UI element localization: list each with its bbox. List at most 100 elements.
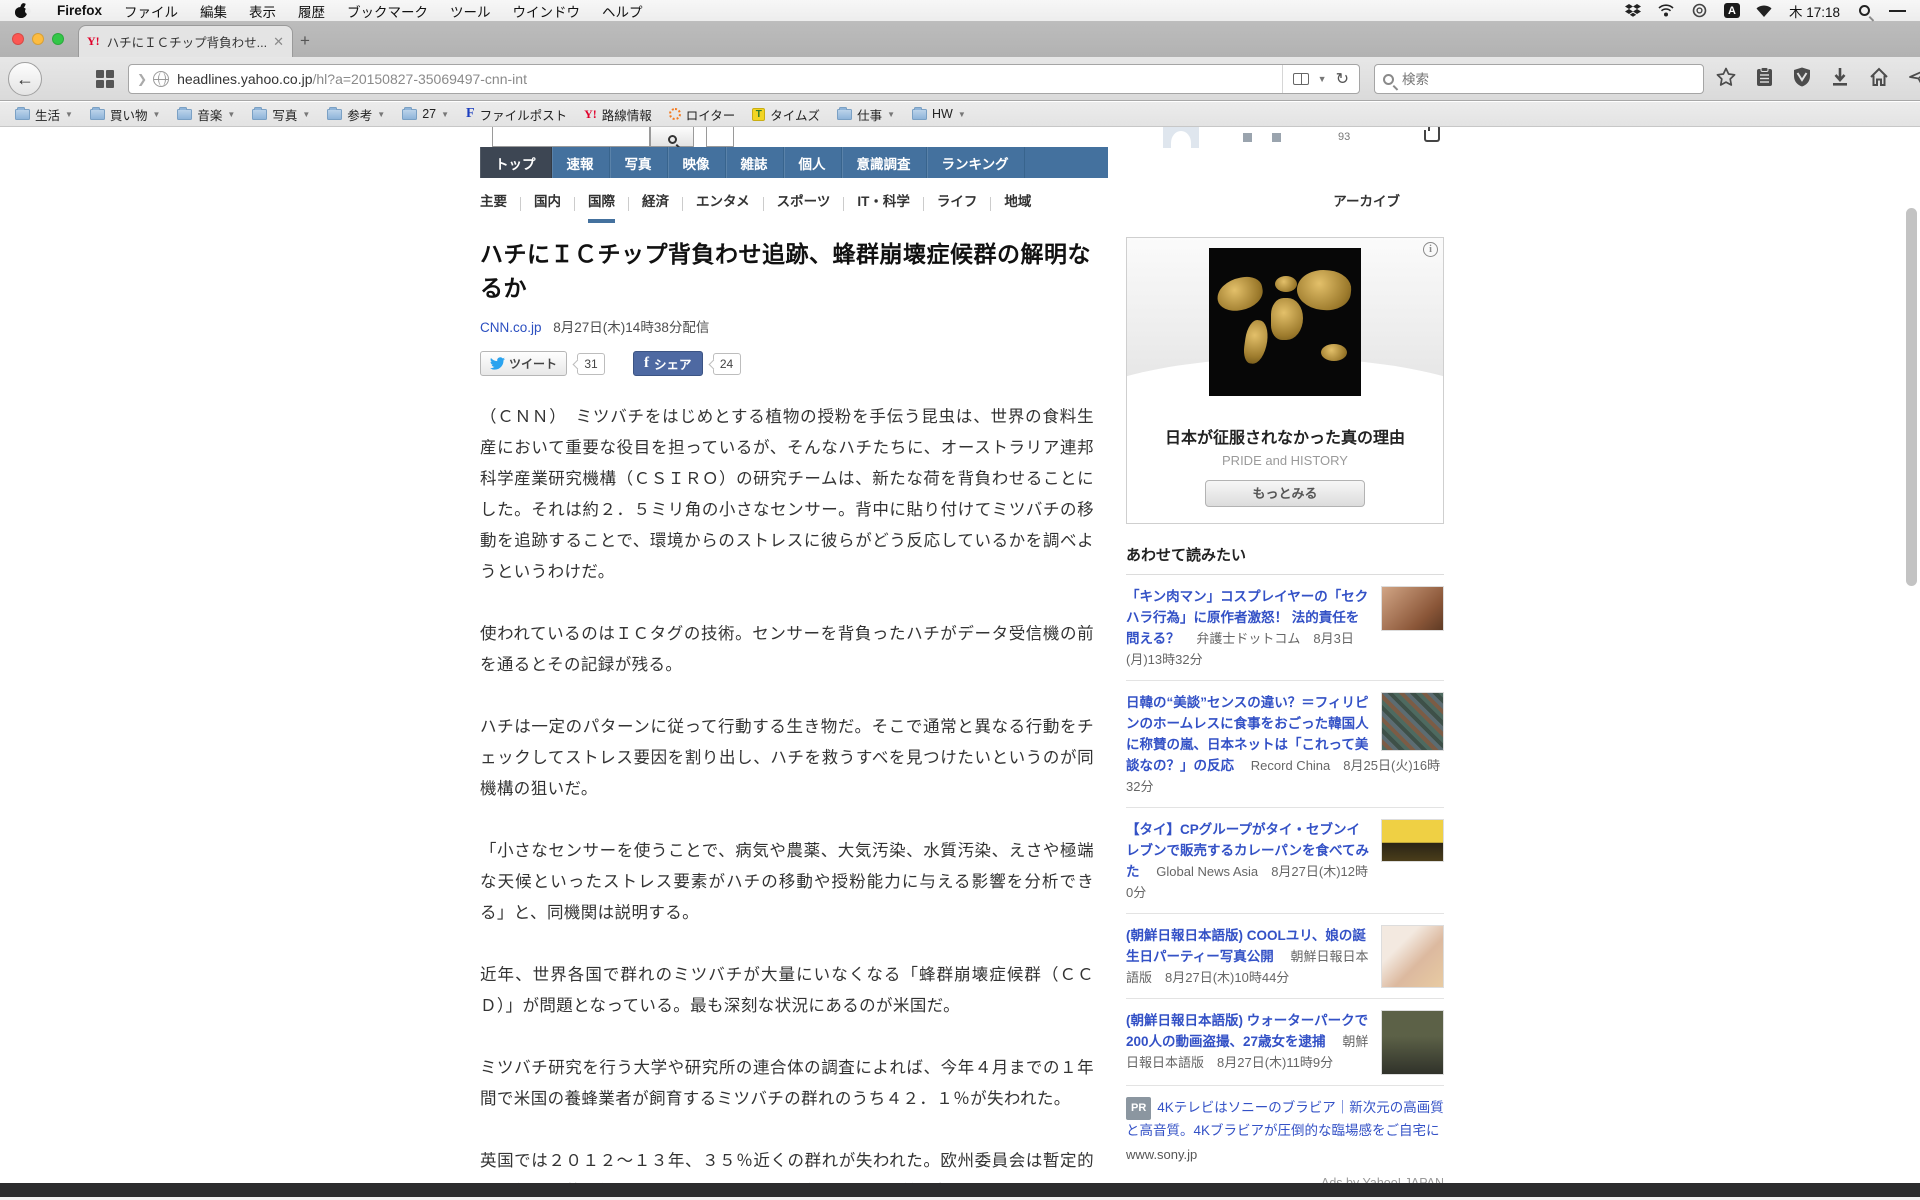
bookmark-reuters[interactable]: ロイター <box>664 103 741 126</box>
menu-history[interactable]: 履歴 <box>287 0 336 22</box>
downloads-icon[interactable] <box>1831 67 1849 87</box>
article-paragraph: 近年、世界各国で群れのミツバチが大量にいなくなる「蜂群崩壊症候群（ＣＣＤ）」が問… <box>480 960 1094 1022</box>
bookmark-folder-music[interactable]: 音楽▼ <box>172 103 240 126</box>
menu-file[interactable]: ファイル <box>113 0 189 22</box>
yahoo-search-button-partial[interactable] <box>650 127 694 147</box>
menu-tools[interactable]: ツール <box>439 0 502 22</box>
bookmark-times[interactable]: Tタイムズ <box>747 103 825 126</box>
browser-tab[interactable]: Y! ハチにＩＣチップ背負わせ... ✕ <box>78 25 293 57</box>
share-plane-icon[interactable] <box>1909 67 1920 87</box>
wifi-icon[interactable] <box>1756 3 1773 19</box>
ad-more-button[interactable]: もっとみる <box>1205 480 1365 507</box>
menu-bookmarks[interactable]: ブックマーク <box>336 0 439 22</box>
site-identity-globe-icon[interactable] <box>153 71 169 87</box>
yahoo-header-button-partial[interactable] <box>706 127 734 147</box>
news-tab-top[interactable]: トップ <box>480 147 552 178</box>
related-item[interactable]: (朝鮮日報日本語版) ウォーターパークで200人の動画盗撮、27歳女を逮捕 朝鮮… <box>1126 999 1444 1086</box>
article-source-link[interactable]: CNN.co.jp <box>480 320 542 335</box>
scrollbar[interactable] <box>1906 208 1917 586</box>
spotlight-icon[interactable] <box>1856 3 1873 19</box>
pr-text[interactable]: 4Kテレビはソニーのブラビア｜新次元の高画質と高音質。4Kブラビアが圧倒的な臨場… <box>1126 1100 1444 1138</box>
dropbox-icon[interactable] <box>1625 3 1642 19</box>
menu-firefox[interactable]: Firefox <box>46 0 113 22</box>
ad-info-icon[interactable]: i <box>1423 242 1438 257</box>
related-item[interactable]: 日韓の“美談”センスの違い？＝フィリピンのホームレスに食事をおごった韓国人に称賛… <box>1126 681 1444 808</box>
bottom-dark-strip <box>0 1183 1920 1197</box>
creative-cloud-icon[interactable] <box>1691 3 1708 19</box>
bookmark-folder-shopping[interactable]: 買い物▼ <box>85 103 165 126</box>
back-button[interactable]: ← <box>8 62 42 96</box>
subnav-entertainment[interactable]: エンタメ <box>696 185 750 223</box>
menu-edit[interactable]: 編集 <box>189 0 238 22</box>
article-paragraph: ミツバチ研究を行う大学や研究所の連合体の調査によれば、今年４月までの１年間で米国… <box>480 1053 1094 1115</box>
news-tab-magazine[interactable]: 雑誌 <box>726 147 784 178</box>
related-item[interactable]: 「キン肉マン」コスプレイヤーの「セクハラ行為」に原作者激怒！ 法的責任を問える？… <box>1126 575 1444 681</box>
pocket-list-icon[interactable] <box>1756 67 1773 87</box>
subnav-international[interactable]: 国際 <box>588 185 615 223</box>
screen: Firefox ファイル 編集 表示 履歴 ブックマーク ツール ウインドウ ヘ… <box>0 0 1920 1200</box>
avatar[interactable] <box>1163 127 1199 148</box>
urlbar-dropdown-icon[interactable]: ▼ <box>1318 74 1327 84</box>
bookmark-yahoo-transit[interactable]: Y!路線情報 <box>579 103 657 126</box>
news-tab-poll[interactable]: 意識調査 <box>842 147 927 178</box>
news-tab-photo[interactable]: 写真 <box>610 147 668 178</box>
news-tab-personal[interactable]: 個人 <box>784 147 842 178</box>
menu-help[interactable]: ヘルプ <box>591 0 654 22</box>
notification-center-icon[interactable] <box>1889 3 1906 19</box>
bookmark-folder-work[interactable]: 仕事▼ <box>832 103 900 126</box>
apple-menu-icon[interactable] <box>14 4 28 18</box>
ad-title[interactable]: 日本が征服されなかった真の理由 <box>1127 424 1443 448</box>
bookmark-star-icon[interactable] <box>1716 67 1736 87</box>
window-minimize-button[interactable] <box>32 33 44 45</box>
news-tab-flash[interactable]: 速報 <box>552 147 610 178</box>
top-ad[interactable]: i 日本が征服されなかった真の理由 PRIDE and HISTORY もっとみ… <box>1126 237 1444 524</box>
bookmark-folder-photo[interactable]: 写真▼ <box>247 103 315 126</box>
menu-view[interactable]: 表示 <box>238 0 287 22</box>
subnav-domestic[interactable]: 国内 <box>534 185 561 223</box>
subnav-archive[interactable]: アーカイブ <box>1333 185 1400 223</box>
new-tab-button[interactable]: + <box>300 31 310 51</box>
yahoo-header-text-partial: 93 <box>1338 131 1350 143</box>
input-source-icon[interactable]: A <box>1724 3 1740 18</box>
subnav-sports[interactable]: スポーツ <box>777 185 831 223</box>
bookmark-filepost[interactable]: Fファイルポスト <box>461 103 572 126</box>
subnav-region[interactable]: 地域 <box>1004 185 1031 223</box>
search-input[interactable] <box>1402 72 1662 87</box>
yahoo-favicon: Y! <box>87 34 100 49</box>
times-icon: T <box>752 108 765 121</box>
news-tab-ranking[interactable]: ランキング <box>927 147 1025 178</box>
home-icon[interactable] <box>1869 67 1889 87</box>
window-zoom-button[interactable] <box>52 33 64 45</box>
url-bar[interactable]: ❯ headlines.yahoo.co.jp /hl?a=20150827-3… <box>128 64 1360 94</box>
bookmark-folder-reference[interactable]: 参考▼ <box>322 103 390 126</box>
reload-icon[interactable]: ↻ <box>1336 69 1349 89</box>
yahoo-search-input-partial[interactable] <box>492 127 650 147</box>
subnav-main[interactable]: 主要 <box>480 185 507 223</box>
related-thumbnail <box>1381 925 1444 988</box>
tweet-button[interactable]: ツイート <box>480 351 567 376</box>
related-item[interactable]: (朝鮮日報日本語版) COOLユリ、娘の誕生日パーティー写真公開 朝鮮日報日本語… <box>1126 914 1444 999</box>
subnav-economy[interactable]: 経済 <box>642 185 669 223</box>
wifi-transfer-icon[interactable] <box>1658 3 1675 19</box>
news-tab-video[interactable]: 映像 <box>668 147 726 178</box>
tab-close-icon[interactable]: ✕ <box>273 34 284 50</box>
tab-groups-icon[interactable] <box>96 70 114 88</box>
facebook-share-button[interactable]: f シェア <box>633 351 703 376</box>
article-paragraph: （ＣＮＮ） ミツバチをはじめとする植物の授粉を手伝う昆虫は、世界の食料生産におい… <box>480 402 1094 588</box>
category-subnav: 主要 国内 国際 経済 エンタメ スポーツ IT・科学 ライフ 地域 アーカイブ <box>480 189 1413 219</box>
yahoo-header-icon-partial <box>1272 133 1281 142</box>
subnav-life[interactable]: ライフ <box>937 185 978 223</box>
bookmark-folder-27[interactable]: 27▼ <box>397 105 454 123</box>
search-bar[interactable] <box>1374 64 1704 94</box>
menu-window[interactable]: ウインドウ <box>502 0 592 22</box>
bookmark-folder-hw[interactable]: HW▼ <box>907 105 971 123</box>
related-item[interactable]: 【タイ】CPグループがタイ・セブンイレブンで販売するカレーパンを食べてみた Gl… <box>1126 808 1444 914</box>
subnav-it-science[interactable]: IT・科学 <box>857 185 910 223</box>
menubar-clock[interactable]: 木 17:18 <box>1789 1 1840 21</box>
shield-icon[interactable] <box>1793 67 1811 87</box>
cart-icon[interactable] <box>1424 130 1440 142</box>
reader-mode-icon[interactable] <box>1293 73 1309 85</box>
bookmarks-toolbar: 生活▼ 買い物▼ 音楽▼ 写真▼ 参考▼ 27▼ Fファイルポスト Y!路線情報… <box>0 102 1920 127</box>
bookmark-folder-life[interactable]: 生活▼ <box>10 103 78 126</box>
window-close-button[interactable] <box>12 33 24 45</box>
